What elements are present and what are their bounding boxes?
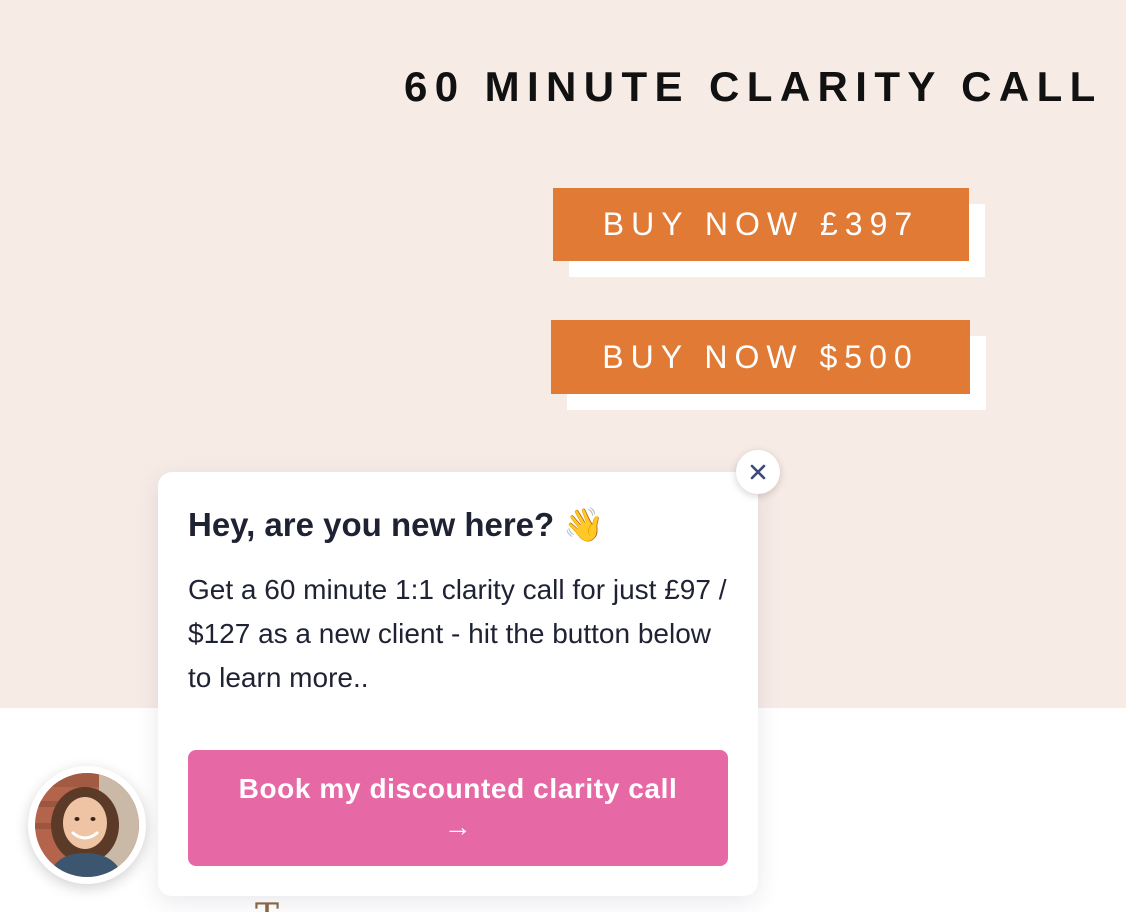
close-icon[interactable] (736, 450, 780, 494)
buy-now-gbp-button[interactable]: BUY NOW £397 (553, 188, 969, 261)
avatar-portrait-image (35, 773, 139, 877)
popup-title: Hey, are you new here? 👋 (188, 506, 605, 543)
buy-now-gbp-wrapper: BUY NOW £397 (553, 188, 985, 277)
arrow-right-icon: → (443, 811, 473, 842)
page-title: 60 MINUTE CLARITY CALL (404, 63, 1103, 110)
page: 60 MINUTE CLARITY CALL BUY NOW £397 BUY … (0, 0, 1126, 912)
new-visitor-popup: Hey, are you new here? 👋 Get a 60 minute… (158, 472, 758, 896)
popup-body: Get a 60 minute 1:1 clarity call for jus… (188, 574, 727, 693)
buy-now-usd-button[interactable]: BUY NOW $500 (551, 320, 970, 394)
below-fold-heading-peek: T (255, 898, 375, 912)
cta-label: Book my discounted clarity call (238, 773, 678, 804)
avatar (35, 773, 139, 877)
buy-now-usd-wrapper: BUY NOW $500 (551, 320, 986, 410)
close-x-glyph (750, 464, 766, 480)
chat-avatar-button[interactable] (28, 766, 146, 884)
book-discounted-call-button[interactable]: Book my discounted clarity call → (188, 750, 728, 866)
